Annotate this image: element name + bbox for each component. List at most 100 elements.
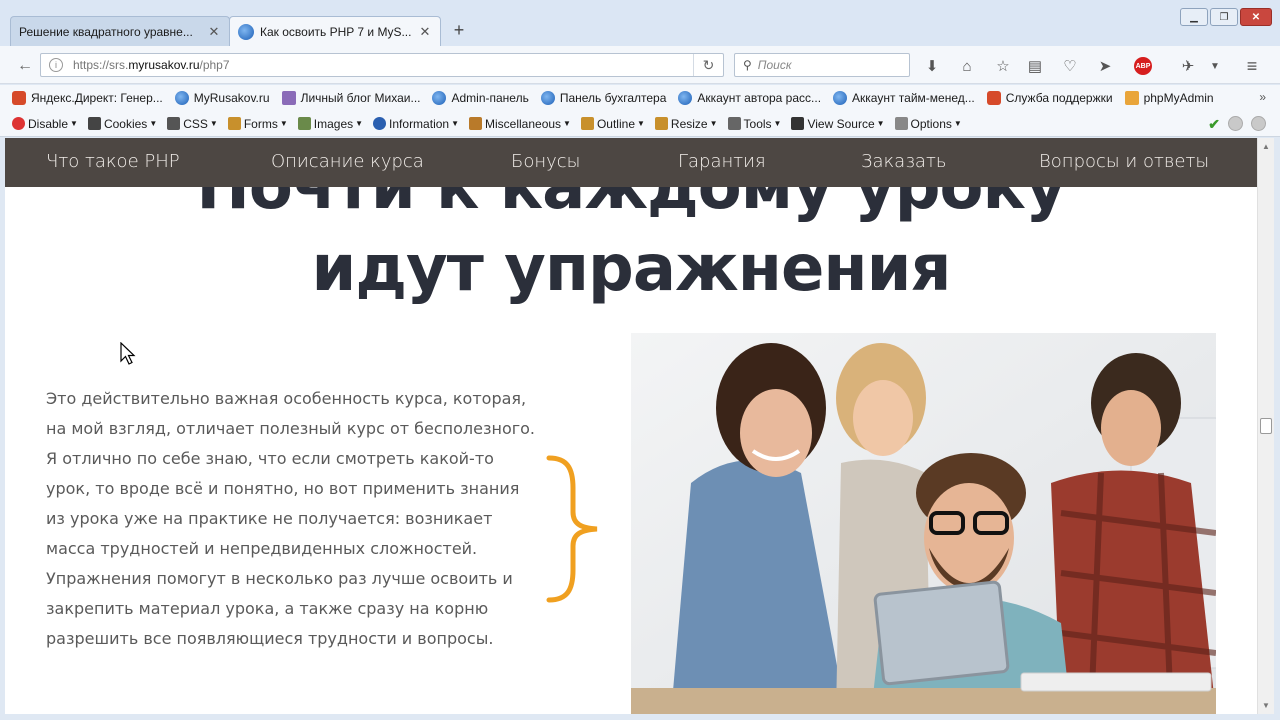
gmail-icon (281, 91, 296, 105)
page-scrollbar[interactable]: ▲ ▼ (1257, 138, 1274, 714)
bookmark-accountant-panel[interactable]: Панель бухгалтера (540, 91, 666, 105)
support-icon (986, 91, 1001, 105)
bookmark-time-manager-account[interactable]: Аккаунт тайм-менед... (833, 91, 975, 105)
bookmark-support[interactable]: Служба поддержки (986, 91, 1113, 105)
menu-icon[interactable]: ≡ (1242, 56, 1262, 76)
devtool-label: Outline (596, 116, 635, 131)
close-icon[interactable]: ✕ (418, 24, 432, 40)
bookmark-label: Аккаунт автора расс... (697, 91, 822, 105)
text-line: Упражнения помогут в несколько раз лучше… (46, 569, 513, 588)
more-bookmarks-icon[interactable]: » (1259, 90, 1266, 104)
minimize-icon[interactable]: ▁ (1180, 8, 1208, 26)
chevron-down-icon: ▼ (709, 119, 718, 128)
tab-label: Как освоить PHP 7 и MyS... (260, 24, 412, 39)
new-tab-plus-icon[interactable]: + (450, 20, 468, 41)
send-icon[interactable]: ➤ (1095, 56, 1115, 76)
download-icon[interactable]: ⬇ (922, 56, 942, 76)
bookmark-star-icon[interactable]: ☆ (993, 56, 1013, 76)
nav-bonuses[interactable]: Бонусы (511, 151, 580, 172)
devtool-label: Options (910, 116, 952, 131)
nav-order[interactable]: Заказать (861, 151, 946, 172)
phpmyadmin-icon (1124, 91, 1139, 105)
devtool-view-source[interactable]: View Source ▼ (791, 117, 885, 131)
devtool-label: Forms (243, 116, 278, 131)
devtool-cookies[interactable]: Cookies ▼ (87, 116, 158, 131)
devtool-status: ✔ (1208, 116, 1266, 133)
devtool-forms[interactable]: Forms ▼ (227, 116, 288, 131)
nav-course-description[interactable]: Описание курса (271, 151, 424, 172)
status-dot-icon[interactable] (1251, 116, 1266, 131)
chevron-down-icon[interactable]: ▼ (1205, 56, 1225, 76)
tab-php7[interactable]: Как освоить PHP 7 и MyS... ✕ (229, 16, 441, 46)
information-icon (373, 117, 387, 130)
nav-faq[interactable]: Вопросы и ответы (1039, 151, 1209, 172)
url-bar[interactable]: i https://srs. myrusakov.ru/php7 ↻ (40, 53, 724, 77)
chevron-down-icon: ▼ (149, 119, 158, 128)
css-icon (167, 117, 181, 130)
devtool-tools[interactable]: Tools ▼ (727, 117, 781, 131)
window-controls: ▁ ❐ ✕ (1180, 8, 1272, 26)
status-dot-icon[interactable] (1228, 116, 1243, 131)
images-icon (297, 117, 311, 130)
forms-icon (227, 117, 241, 130)
devtool-miscellaneous[interactable]: Miscellaneous ▼ (469, 117, 571, 131)
search-placeholder: Поиск (757, 58, 792, 72)
students-photo (631, 333, 1216, 714)
devtool-disable[interactable]: Disable ▼ (12, 117, 78, 131)
devtool-images[interactable]: Images ▼ (297, 117, 363, 131)
page-viewport: Почти к каждому уроку идут упражнения Чт… (5, 138, 1257, 714)
pocket-icon[interactable]: ♡ (1060, 56, 1080, 76)
reading-list-icon[interactable]: ▤ (1025, 56, 1045, 76)
bookmark-admin-panel[interactable]: Admin-панель (432, 91, 529, 105)
maximize-icon[interactable]: ❐ (1210, 8, 1238, 26)
bookmark-yandex-direct[interactable]: Яндекс.Директ: Генер... (12, 91, 163, 105)
back-arrow-icon[interactable]: ← (14, 55, 36, 77)
course-feature-text: Это действительно важная особенность кур… (46, 384, 546, 654)
home-icon[interactable]: ⌂ (957, 56, 977, 76)
bookmark-phpmyadmin[interactable]: phpMyAdmin (1124, 91, 1214, 105)
globe-icon (540, 91, 555, 105)
checkmark-icon[interactable]: ✔ (1208, 116, 1220, 133)
devtool-label: Cookies (103, 116, 148, 131)
url-domain: myrusakov.ru (128, 58, 200, 72)
scroll-up-icon[interactable]: ▲ (1262, 142, 1270, 151)
site-navigation: Что такое PHP Описание курса Бонусы Гара… (5, 138, 1257, 187)
reload-icon[interactable]: ↻ (693, 54, 723, 76)
close-icon[interactable]: ✕ (207, 24, 221, 40)
bookmark-personal-blog[interactable]: Личный блог Михаи... (281, 91, 420, 105)
globe-icon (678, 91, 693, 105)
adblock-icon[interactable]: ABP (1133, 56, 1153, 76)
text-line: на мой взгляд, отличает полезный курс от… (46, 419, 536, 438)
tab-label: Решение квадратного уравне... (19, 24, 193, 39)
devtool-information[interactable]: Information ▼ (373, 117, 459, 131)
search-input[interactable]: ⚲ Поиск (734, 53, 910, 77)
devtool-outline[interactable]: Outline ▼ (580, 116, 645, 131)
chevron-down-icon: ▼ (451, 119, 459, 128)
navigation-toolbar: ← i https://srs. myrusakov.ru/php7 ↻ ⚲ По… (0, 46, 1280, 84)
devtool-options[interactable]: Options ▼ (894, 116, 962, 131)
yandex-icon (12, 91, 26, 105)
extension-icon[interactable]: ✈ (1178, 56, 1198, 76)
nav-guarantee[interactable]: Гарантия (678, 151, 766, 172)
tab-quadratic-equation[interactable]: Решение квадратного уравне... ✕ (10, 16, 230, 46)
bookmark-author-account[interactable]: Аккаунт автора расс... (678, 91, 821, 105)
scrollbar-thumb[interactable] (1260, 418, 1272, 434)
resize-icon (654, 117, 668, 130)
site-info-icon[interactable]: i (49, 58, 63, 72)
window-close-icon[interactable]: ✕ (1240, 8, 1272, 26)
headline-line-2: идут упражнения (311, 232, 951, 306)
devtool-label: Information (389, 116, 450, 131)
bookmark-label: Яндекс.Директ: Генер... (31, 91, 163, 105)
tools-icon (727, 117, 741, 130)
disable-icon (12, 117, 25, 130)
cookies-icon (87, 117, 101, 130)
devtool-resize[interactable]: Resize ▼ (654, 117, 718, 131)
bookmark-myrusakov[interactable]: MyRusakov.ru (174, 91, 270, 105)
outline-icon (580, 117, 594, 130)
chevron-down-icon: ▼ (876, 119, 885, 128)
devtool-css[interactable]: CSS ▼ (167, 117, 218, 131)
chevron-down-icon: ▼ (279, 119, 288, 128)
nav-what-is-php[interactable]: Что такое PHP (46, 151, 180, 172)
curly-brace-icon (546, 455, 598, 603)
scroll-down-icon[interactable]: ▼ (1262, 701, 1270, 710)
